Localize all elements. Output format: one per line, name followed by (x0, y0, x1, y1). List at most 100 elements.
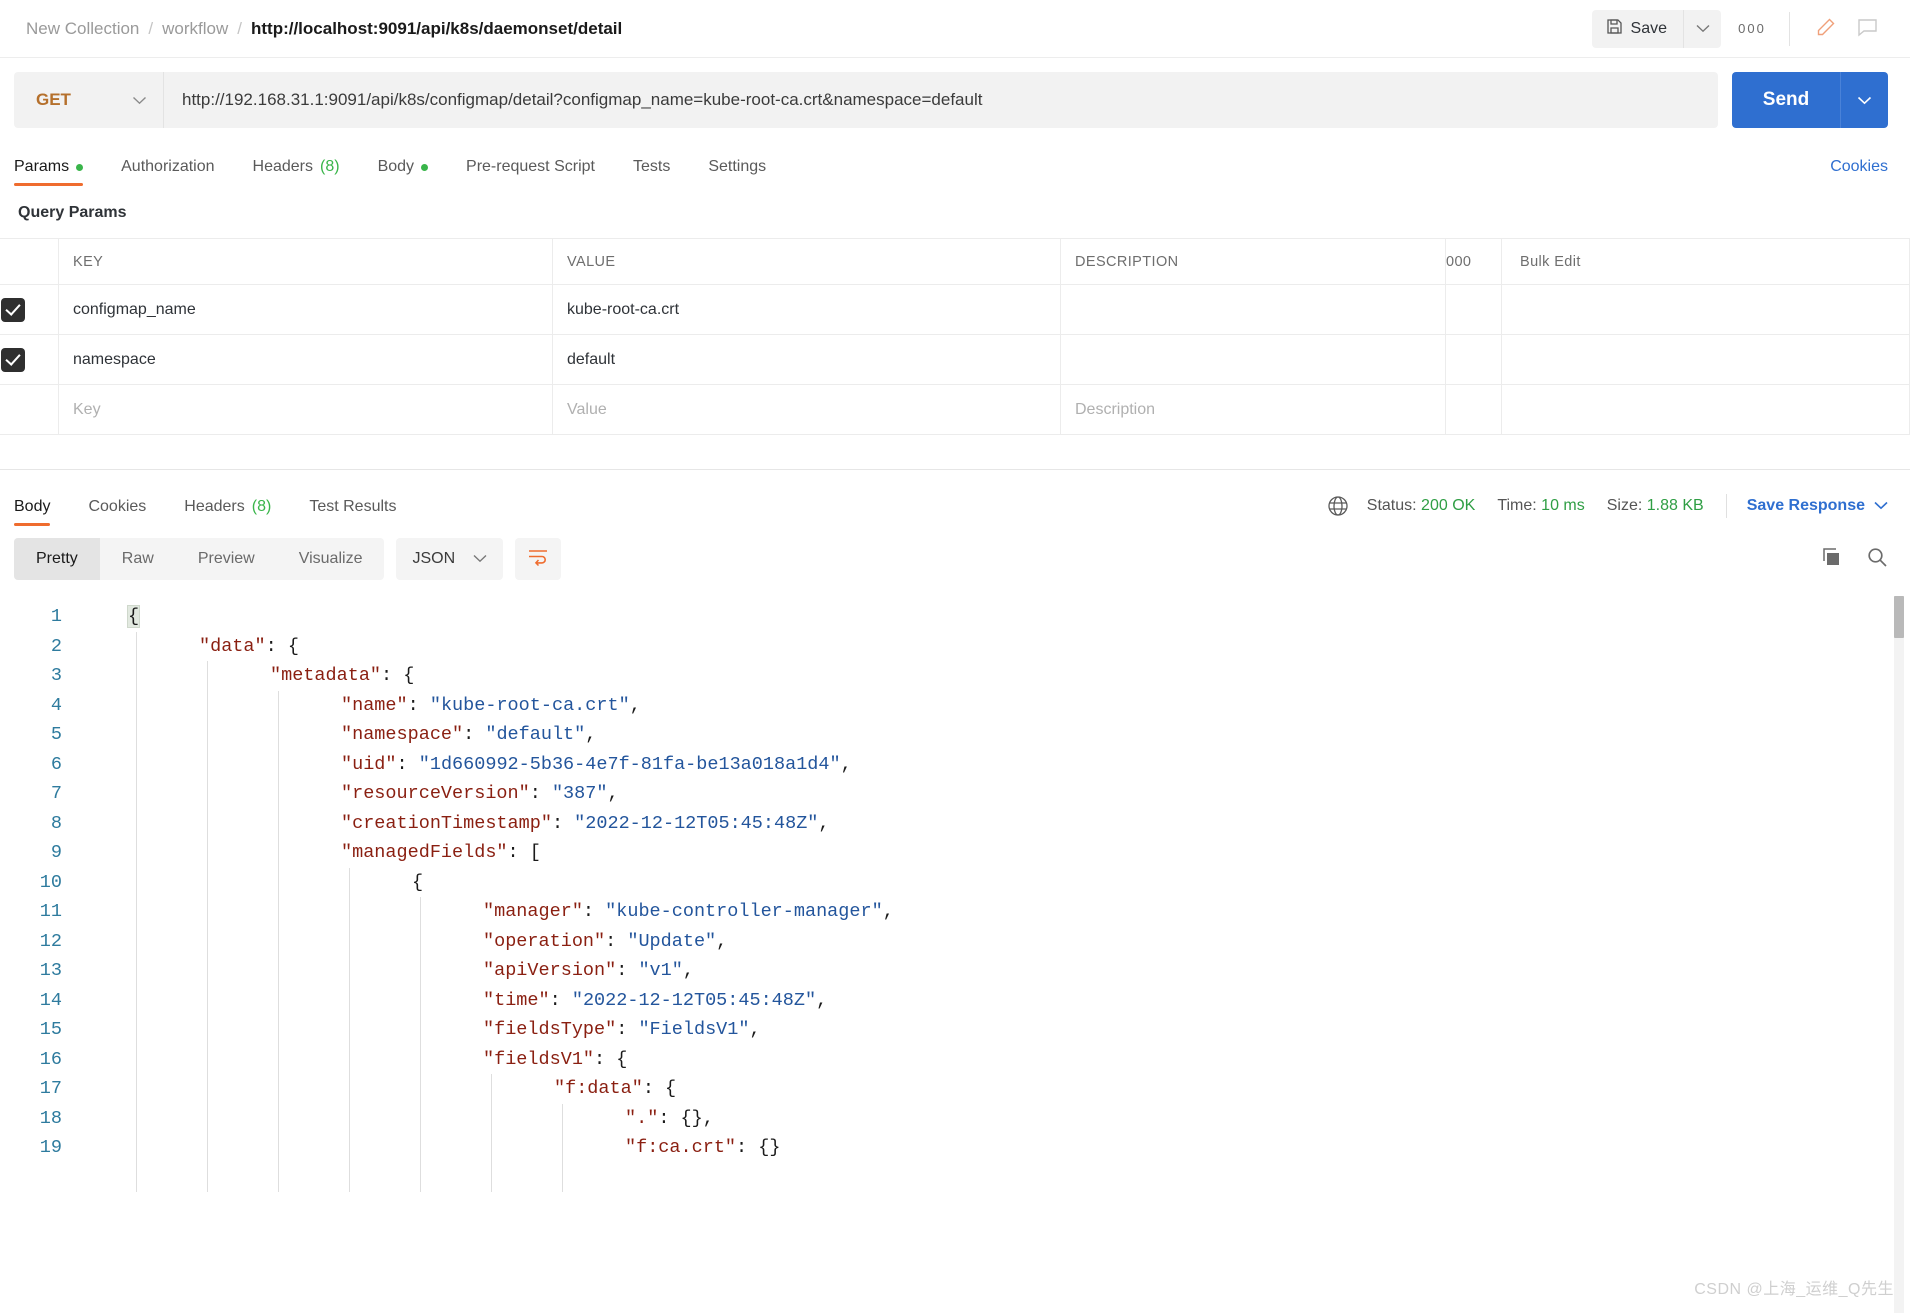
json-punctuation: : { (381, 665, 415, 686)
comment-button[interactable] (1846, 10, 1888, 48)
status-item: Status: 200 OK (1367, 497, 1476, 515)
tab-settings[interactable]: Settings (708, 158, 766, 186)
request-url-input[interactable] (164, 72, 1718, 128)
json-string: "default" (485, 724, 586, 745)
response-tab-body[interactable]: Body (14, 498, 51, 526)
row-trailing (1501, 334, 1910, 385)
line-number: 19 (39, 1137, 62, 1158)
code-line: "operation": "Update", (76, 927, 1910, 957)
code-line: "apiVersion": "v1", (76, 956, 1910, 986)
edit-request-button[interactable] (1804, 10, 1846, 48)
params-options-button[interactable]: 000 (1445, 238, 1502, 285)
response-format-select[interactable]: JSON (396, 538, 504, 580)
tab-params[interactable]: Params (14, 158, 84, 186)
breadcrumb-collection[interactable]: New Collection (26, 19, 139, 39)
view-mode-preview[interactable]: Preview (176, 538, 277, 580)
line-number: 5 (50, 724, 62, 745)
json-code-content[interactable]: {"data": {"metadata": {"name": "kube-roo… (76, 592, 1910, 1313)
json-key: "manager" (483, 901, 583, 922)
row-key[interactable]: configmap_name (58, 284, 553, 335)
more-options-button[interactable]: 000 (1729, 10, 1775, 48)
checkbox-checked-icon[interactable] (1, 297, 25, 322)
json-punctuation: : (551, 812, 575, 834)
empty-row-checkbox-cell[interactable] (0, 384, 59, 435)
json-punctuation: : {}, (658, 1107, 714, 1129)
send-dropdown-button[interactable] (1840, 72, 1888, 128)
http-method-select[interactable]: GET (14, 72, 164, 128)
save-dropdown-button[interactable] (1683, 9, 1721, 48)
tab-authorization-label: Authorization (121, 158, 215, 175)
row-description[interactable] (1060, 334, 1446, 385)
request-url-row: GET Send (0, 58, 1910, 142)
response-tab-cookies[interactable]: Cookies (88, 498, 146, 526)
body-modified-dot (421, 163, 429, 171)
save-button[interactable]: Save (1591, 9, 1683, 48)
row-description[interactable] (1060, 284, 1446, 335)
empty-row-trailing (1501, 384, 1910, 435)
row-checkbox-cell[interactable] (0, 284, 59, 335)
code-line: "f:data": { (76, 1074, 1910, 1104)
view-mode-raw[interactable]: Raw (100, 538, 176, 580)
checkbox-checked-icon[interactable] (1, 347, 25, 372)
json-key: "fieldsV1" (483, 1048, 595, 1070)
breadcrumb-request[interactable]: http://localhost:9091/api/k8s/daemonset/… (251, 19, 622, 39)
tab-headers[interactable]: Headers (8) (253, 158, 340, 186)
copy-icon[interactable] (1820, 546, 1842, 573)
row-key[interactable]: namespace (58, 334, 553, 385)
send-button[interactable]: Send (1732, 72, 1840, 128)
code-scrollbar-thumb[interactable] (1894, 596, 1904, 638)
json-punctuation: : (463, 724, 486, 745)
row-checkbox-cell[interactable] (0, 334, 59, 385)
globe-icon (1327, 495, 1349, 517)
save-response-button[interactable]: Save Response (1747, 497, 1888, 515)
response-tab-test-results[interactable]: Test Results (309, 498, 396, 526)
tab-pre-request-script[interactable]: Pre-request Script (466, 158, 595, 186)
breadcrumb: New Collection / workflow / http://local… (26, 19, 622, 39)
line-number: 17 (39, 1078, 62, 1099)
tab-authorization[interactable]: Authorization (121, 158, 214, 186)
row-options[interactable] (1445, 284, 1502, 335)
breadcrumb-folder[interactable]: workflow (162, 19, 228, 39)
code-line: "manager": "kube-controller-manager", (76, 897, 1910, 927)
empty-row-options[interactable] (1445, 384, 1502, 435)
search-icon[interactable] (1866, 546, 1888, 573)
tab-body[interactable]: Body (378, 158, 429, 186)
empty-row-key[interactable]: Key (58, 384, 553, 435)
response-body-viewer[interactable]: 1 2 3 4 5 6 7 8 9 10 11 12 13 14 15 16 17 18 19 {"data": {… (0, 592, 1910, 1313)
response-tab-headers[interactable]: Headers (8) (184, 498, 271, 526)
code-scrollbar-track[interactable] (1894, 596, 1904, 1313)
row-trailing (1501, 284, 1910, 335)
response-tab-test-results-label: Test Results (309, 498, 397, 515)
tab-pre-request-script-label: Pre-request Script (466, 158, 595, 175)
cookies-link[interactable]: Cookies (1830, 158, 1888, 186)
row-value[interactable]: kube-root-ca.crt (552, 284, 1061, 335)
tab-headers-label: Headers (252, 158, 313, 175)
view-mode-visualize[interactable]: Visualize (277, 538, 385, 580)
chevron-down-icon (473, 550, 487, 568)
view-mode-pretty[interactable]: Pretty (14, 538, 100, 580)
row-options[interactable] (1445, 334, 1502, 385)
json-punctuation: , (585, 724, 597, 745)
json-punctuation: , (716, 930, 728, 952)
tab-params-label: Params (14, 158, 70, 175)
json-punctuation: : (407, 694, 430, 716)
word-wrap-button[interactable] (515, 538, 562, 580)
empty-row-description[interactable]: Description (1060, 384, 1446, 435)
line-number: 3 (50, 665, 62, 686)
json-string: "Update" (627, 930, 717, 952)
line-number: 11 (39, 901, 62, 922)
json-punctuation: , (840, 753, 852, 775)
tab-tests[interactable]: Tests (633, 158, 670, 186)
row-value[interactable]: default (552, 334, 1061, 385)
line-number: 9 (50, 842, 62, 863)
json-punctuation: : (582, 901, 606, 922)
status-value: 200 OK (1421, 497, 1476, 514)
json-key: "." (625, 1107, 659, 1129)
empty-row-value[interactable]: Value (552, 384, 1061, 435)
bulk-edit-button[interactable]: Bulk Edit (1501, 238, 1910, 285)
json-key: "resourceVersion" (341, 783, 530, 804)
json-key: "creationTimestamp" (341, 812, 552, 834)
json-key: "time" (483, 989, 550, 1011)
time-label: Time: (1497, 497, 1537, 514)
ellipsis-icon: 000 (1738, 21, 1766, 36)
